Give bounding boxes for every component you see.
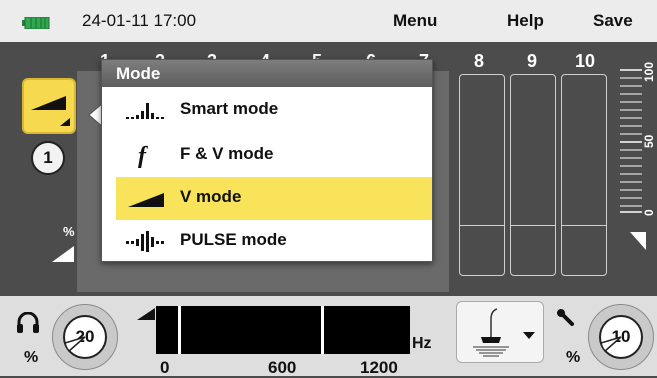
probe-select-button[interactable] xyxy=(456,301,544,363)
save-button[interactable]: Save xyxy=(593,11,633,31)
scale-label-50: 50 xyxy=(642,134,656,148)
microphone-volume-knob[interactable]: 10 xyxy=(588,304,654,370)
microphone-icon xyxy=(556,308,580,337)
datetime: 24-01-11 17:00 xyxy=(82,11,197,30)
frequency-tick: 1200 xyxy=(360,358,398,377)
svg-text:f: f xyxy=(138,143,148,168)
microphone-volume-percent: % xyxy=(566,349,581,366)
channel-bar-10 xyxy=(561,74,607,276)
frequency-marker-high[interactable] xyxy=(321,306,324,354)
frequency-marker-low[interactable] xyxy=(178,306,181,354)
battery-icon xyxy=(22,14,50,34)
frequency-ramp-icon xyxy=(137,307,155,325)
channel-indicator[interactable]: 1 xyxy=(31,141,65,175)
level-percent-label: % xyxy=(63,224,75,239)
mode-option-f-v[interactable]: f F & V mode xyxy=(116,134,432,174)
channel-bar-8 xyxy=(459,74,505,276)
mode-dropdown: Mode Smart mode f F & V mode V mode PULS… xyxy=(101,59,433,262)
f-v-mode-icon: f xyxy=(126,142,166,169)
scale-label-0: 0 xyxy=(642,209,656,216)
menu-button[interactable]: Menu xyxy=(393,11,437,31)
channel-label-9: 9 xyxy=(527,51,538,71)
scale-label-100: 100 xyxy=(642,61,656,82)
bottom-control-bar: % 20 Hz 0 600 1200 % 10 xyxy=(0,296,657,377)
headphone-volume-knob[interactable]: 20 xyxy=(52,304,118,370)
headphone-volume-percent: % xyxy=(24,349,39,366)
help-button[interactable]: Help xyxy=(507,11,544,31)
mode-select-button[interactable] xyxy=(22,78,76,134)
mode-option-pulse[interactable]: PULSE mode xyxy=(116,220,432,260)
mode-option-v[interactable]: V mode xyxy=(116,177,432,220)
mode-option-smart[interactable]: Smart mode xyxy=(116,89,432,129)
level-ramp-icon xyxy=(52,246,74,267)
mode-option-label: F & V mode xyxy=(180,144,274,163)
top-status-bar: 24-01-11 17:00 Menu Help Save xyxy=(0,0,657,42)
pulse-mode-icon xyxy=(126,228,166,252)
mode-dropdown-title: Mode xyxy=(102,60,432,87)
volume-level-wedge xyxy=(64,336,86,353)
smart-mode-icon xyxy=(126,97,166,121)
frequency-unit: Hz xyxy=(412,335,432,352)
channel-bar-9 xyxy=(510,74,556,276)
mode-option-label: Smart mode xyxy=(180,99,279,118)
mode-option-label: V mode xyxy=(180,187,242,206)
v-mode-icon xyxy=(126,185,166,209)
level-scale: 100 50 0 xyxy=(614,56,656,216)
mode-option-label: PULSE mode xyxy=(180,230,287,249)
headphone-icon xyxy=(16,311,40,339)
channel-label-10: 10 xyxy=(575,51,596,71)
frequency-tick: 0 xyxy=(160,358,170,377)
channel-label-8: 8 xyxy=(474,51,485,71)
frequency-display[interactable] xyxy=(156,306,410,354)
threshold-marker-icon[interactable] xyxy=(630,232,646,255)
volume-level-wedge xyxy=(600,336,622,353)
frequency-tick: 600 xyxy=(268,358,297,377)
